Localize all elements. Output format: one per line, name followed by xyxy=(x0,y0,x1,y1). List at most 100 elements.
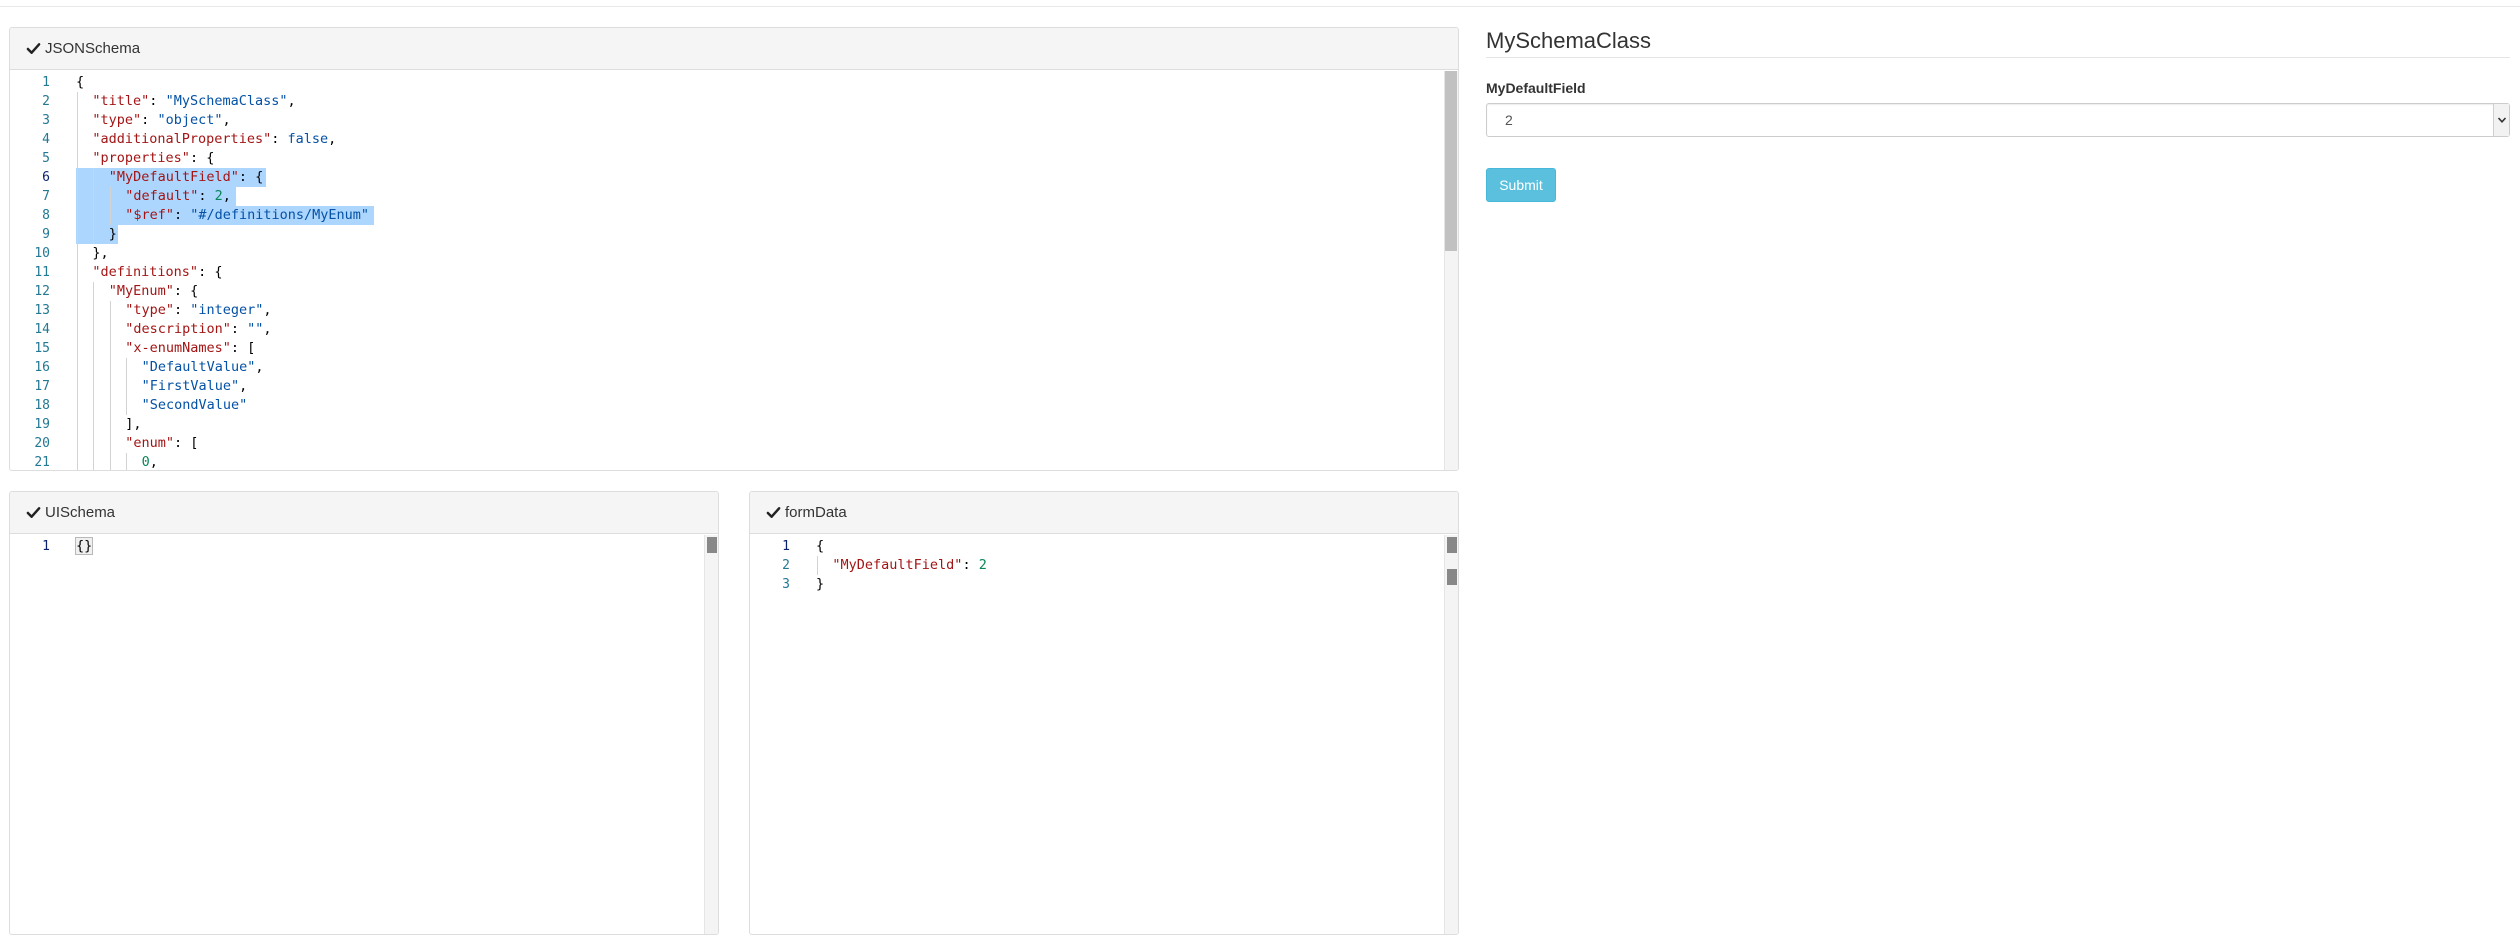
check-icon xyxy=(26,43,41,54)
uischema-editor-scrollbar[interactable] xyxy=(704,535,718,934)
code-token: : { xyxy=(189,150,215,166)
line-number: 16 xyxy=(34,360,50,375)
uischema-panel-heading: UISchema xyxy=(10,492,718,534)
code-text: { xyxy=(816,537,824,556)
code-token: : xyxy=(230,321,248,337)
code-text: "type": "integer", xyxy=(125,301,271,320)
indent-guide xyxy=(77,339,78,358)
indent-guide xyxy=(93,453,95,470)
indent-guide xyxy=(77,320,78,339)
code-text: "DefaultValue", xyxy=(142,358,264,377)
uischema-overview-mark xyxy=(707,537,717,553)
line-number: 20 xyxy=(34,436,50,451)
line-number: 12 xyxy=(34,284,50,299)
indent-guide xyxy=(109,377,111,396)
code-text: "type": "object", xyxy=(92,111,230,130)
indent-guide xyxy=(93,377,95,396)
code-line: 11 "definitions": { xyxy=(10,263,1438,282)
code-line: 14 "description": "", xyxy=(10,320,1438,339)
indent-guide xyxy=(93,339,95,358)
indent-guide xyxy=(77,453,78,470)
code-text: "properties": { xyxy=(92,149,214,168)
code-text: "SecondValue" xyxy=(142,396,248,415)
code-token: "" xyxy=(247,321,264,337)
indent-guide xyxy=(77,130,78,149)
code-line: 5 "properties": { xyxy=(10,149,1438,168)
code-token: "MyDefaultField" xyxy=(832,557,963,573)
indent-guide xyxy=(93,396,95,415)
code-text: } xyxy=(109,225,117,244)
select-arrow[interactable] xyxy=(2493,104,2509,136)
code-token: "type" xyxy=(92,112,142,128)
code-text: "FirstValue", xyxy=(142,377,248,396)
jsonschema-scrollbar-thumb[interactable] xyxy=(1445,71,1457,251)
code-token: "$ref" xyxy=(125,207,174,223)
check-icon xyxy=(26,507,41,518)
code-token: "title" xyxy=(92,93,150,109)
code-token: : [ xyxy=(230,340,256,356)
indent-guide xyxy=(77,168,78,187)
indent-guide xyxy=(77,263,78,282)
code-token: ], xyxy=(125,416,142,432)
code-token: "additionalProperties" xyxy=(92,131,272,147)
jsonschema-panel-title: JSONSchema xyxy=(45,40,141,57)
code-line: 3} xyxy=(750,575,1438,594)
code-token: : xyxy=(271,131,288,147)
code-token: , xyxy=(328,131,337,147)
indent-guide xyxy=(77,187,78,206)
uischema-editor[interactable]: 1 {} xyxy=(10,535,718,934)
code-token: : xyxy=(173,302,191,318)
code-token: : { xyxy=(173,283,199,299)
code-token: { xyxy=(816,538,825,554)
indent-guide xyxy=(126,396,128,415)
mydefaultfield-select[interactable]: 2 xyxy=(1486,103,2510,137)
code-token: , xyxy=(222,112,231,128)
line-number: 3 xyxy=(782,577,790,592)
indent-guide xyxy=(109,415,111,434)
indent-guide xyxy=(77,244,78,263)
code-text: }, xyxy=(92,244,108,263)
indent-guide xyxy=(109,396,111,415)
code-line: 6 "MyDefaultField": { xyxy=(10,168,1438,187)
indent-guide xyxy=(93,301,95,320)
line-number: 10 xyxy=(34,246,50,261)
line-number: 1 xyxy=(42,539,50,554)
code-line: 3 "type": "object", xyxy=(10,111,1438,130)
indent-guide xyxy=(109,320,111,339)
code-token: "SecondValue" xyxy=(141,397,248,413)
line-number: 14 xyxy=(34,322,50,337)
jsonschema-editor[interactable]: 1{2 "title": "MySchemaClass", 3 "type": "ob… xyxy=(10,71,1458,470)
code-token: , xyxy=(263,302,272,318)
jsonschema-editor-scrollbar[interactable] xyxy=(1444,71,1458,470)
code-token: : { xyxy=(198,264,223,280)
indent-guide xyxy=(93,187,95,206)
code-line: 8 "$ref": "#/definitions/MyEnum" xyxy=(10,206,1438,225)
indent-guide xyxy=(77,358,78,377)
form-title-divider xyxy=(1486,57,2510,58)
code-token: }, xyxy=(92,245,109,261)
line-number: 8 xyxy=(42,208,50,223)
line-number: 13 xyxy=(34,303,50,318)
indent-guide xyxy=(77,396,78,415)
jsonschema-panel-heading: JSONSchema xyxy=(10,28,1458,70)
code-text: "MyDefaultField": 2 xyxy=(832,556,986,575)
indent-guide xyxy=(77,225,78,244)
code-text: "title": "MySchemaClass", xyxy=(92,92,295,111)
code-token: , xyxy=(239,378,248,394)
code-line: 16 "DefaultValue", xyxy=(10,358,1438,377)
formdata-editor-scrollbar[interactable] xyxy=(1444,535,1458,934)
code-text: "additionalProperties": false, xyxy=(92,130,336,149)
line-number: 19 xyxy=(34,417,50,432)
code-text: "default": 2, xyxy=(125,187,231,206)
line-number: 21 xyxy=(34,455,50,470)
indent-guide xyxy=(77,434,78,453)
submit-button[interactable]: Submit xyxy=(1486,168,1556,202)
code-line: 12 "MyEnum": { xyxy=(10,282,1438,301)
indent-guide xyxy=(93,206,95,225)
code-token: { xyxy=(76,74,85,90)
code-token: "MyDefaultField" xyxy=(108,169,239,185)
formdata-editor[interactable]: 1{2 "MyDefaultField": 2 3} xyxy=(750,535,1458,934)
code-token: : xyxy=(149,93,166,109)
code-line: 1{ xyxy=(10,73,1438,92)
code-token: , xyxy=(287,93,296,109)
